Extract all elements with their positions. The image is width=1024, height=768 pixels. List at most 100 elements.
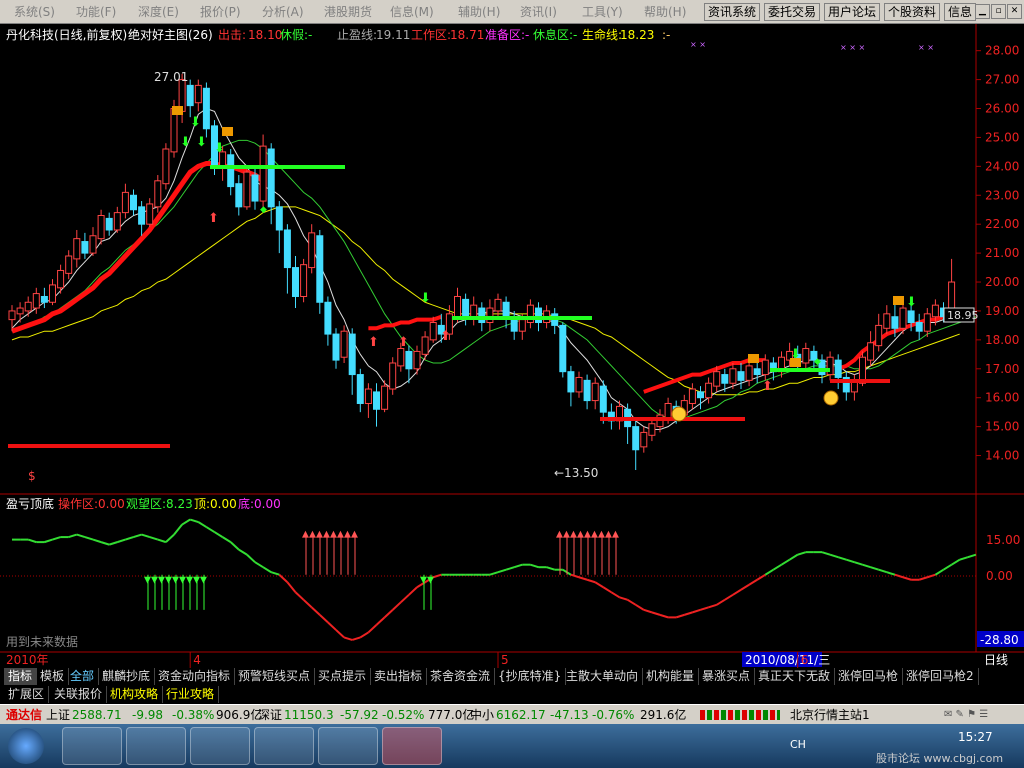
- down-arrow-icon: ▼: [144, 576, 151, 586]
- candle-body: [454, 295, 461, 318]
- app-icon[interactable]: [318, 727, 378, 765]
- sub-indicator-segment: [157, 538, 167, 544]
- op-value: 0.00: [98, 497, 125, 511]
- tab-invincible[interactable]: 真正天下无敌: [754, 668, 836, 685]
- y-tick-label: 17.00: [985, 362, 1019, 376]
- menu-hk-futures[interactable]: 港股期货: [324, 0, 372, 24]
- tab-warning[interactable]: 预警短线买点: [234, 668, 316, 685]
- trade-button[interactable]: 委托交易: [764, 3, 821, 21]
- menu-analysis[interactable]: 分析(A): [262, 0, 304, 24]
- x-axis: 2010年 2010/08/11/三 日线 456789: [6, 652, 1008, 668]
- candle-body: [478, 307, 486, 324]
- tab-surge[interactable]: 暴涨买点: [698, 668, 756, 685]
- tab-inst-strategy[interactable]: 机构攻略: [106, 686, 164, 703]
- tdx-app-icon[interactable]: [382, 727, 442, 765]
- close-icon[interactable]: ✕: [1007, 4, 1022, 19]
- start-button-icon[interactable]: [8, 728, 44, 764]
- buy-arrow-icon: ⬇: [906, 295, 917, 310]
- stock-app-icon[interactable]: [254, 727, 314, 765]
- tab-industry-strategy[interactable]: 行业攻略: [162, 686, 220, 703]
- tab-bottom[interactable]: {抄底特准}: [494, 668, 567, 685]
- minimize-icon[interactable]: ▁: [975, 4, 990, 19]
- menu-function[interactable]: 功能(F): [76, 0, 116, 24]
- explorer-app-icon[interactable]: [126, 727, 186, 765]
- sub-indicator-segment: [359, 631, 369, 639]
- sub-indicator-segment: [294, 591, 305, 601]
- menu-quote[interactable]: 报价(P): [200, 0, 241, 24]
- sub-indicator-segment: [870, 566, 879, 571]
- tab-template[interactable]: 模板: [36, 668, 70, 685]
- candle-body: [502, 301, 510, 318]
- chart-area[interactable]: 14.00 15.00 16.00 17.00 18.00 19.00 20.00 21.00…: [0, 24, 1024, 680]
- menu-assist[interactable]: 辅助(H): [458, 0, 500, 24]
- bottom-value: 0.00: [254, 497, 281, 511]
- candle-body: [81, 241, 89, 254]
- candle-body: [154, 180, 162, 208]
- tab-related[interactable]: 关联报价: [50, 686, 108, 703]
- tab-buy-tip[interactable]: 买点提示: [314, 668, 372, 685]
- sub-tick-label: 15.00: [986, 533, 1020, 547]
- tab-limit-up[interactable]: 涨停回马枪: [834, 668, 904, 685]
- sh-label: 上证: [46, 708, 71, 722]
- sub-indicator-segment: [902, 576, 912, 581]
- candle-body: [486, 307, 494, 324]
- candle-body: [413, 350, 421, 370]
- sub-title: 盈亏顶底: [6, 496, 54, 511]
- sub-indicator-segment: [375, 616, 386, 626]
- sub-indicator-segment: [311, 606, 321, 616]
- sub-indicator-segment: [570, 573, 580, 579]
- candle-body: [462, 298, 470, 318]
- sub-indicator-segment: [254, 561, 264, 569]
- tab-all[interactable]: 全部: [66, 668, 100, 685]
- tab-teahouse[interactable]: 茶舍资金流: [426, 668, 496, 685]
- news-system-button[interactable]: 资讯系统: [704, 3, 761, 21]
- tab-inst-energy[interactable]: 机构能量: [642, 668, 700, 685]
- candle-body: [713, 371, 721, 387]
- forum-button[interactable]: 用户论坛: [824, 3, 881, 21]
- maximize-icon[interactable]: ▫: [991, 4, 1006, 19]
- prep: 准备区:-: [485, 28, 529, 42]
- candle-body: [535, 307, 542, 324]
- candle-body: [300, 264, 308, 297]
- sub-indicator-segment: [408, 586, 418, 596]
- cross-markers: × × ×: [840, 43, 865, 52]
- menu-tools[interactable]: 工具(Y): [582, 0, 623, 24]
- candle-body: [664, 402, 672, 419]
- tab-fund-flow[interactable]: 资金动向指标: [154, 668, 236, 685]
- menu-system[interactable]: 系统(S): [14, 0, 55, 24]
- candle-body: [275, 206, 283, 231]
- rest2: 休息区:-: [533, 27, 577, 42]
- candle-body: [761, 359, 769, 376]
- sub-indicator-segment: [918, 576, 928, 581]
- tab-qilin[interactable]: 麒麟抄底: [98, 668, 156, 685]
- y-tick-label: 20.00: [985, 275, 1019, 289]
- tab-indicator[interactable]: 指标: [4, 668, 38, 685]
- sub-indicator-segment: [594, 581, 604, 589]
- up-arrow-icon: ▲: [351, 530, 358, 540]
- menu-help[interactable]: 帮助(H): [644, 0, 686, 24]
- menu-news[interactable]: 资讯(I): [520, 0, 557, 24]
- tab-sell[interactable]: 卖出指标: [370, 668, 428, 685]
- down-arrow-icon: ▼: [427, 576, 434, 586]
- tab-big-order[interactable]: 主散大单动向: [562, 668, 644, 685]
- menu-info[interactable]: 信息(M): [390, 0, 434, 24]
- candle-body: [421, 336, 429, 355]
- media-app-icon[interactable]: [190, 727, 250, 765]
- menu-depth[interactable]: 深度(E): [138, 0, 179, 24]
- sub-indicator-segment: [262, 566, 272, 574]
- candle-body: [235, 183, 243, 208]
- ime-indicator[interactable]: CH: [790, 738, 806, 751]
- tab-extension[interactable]: 扩展区: [4, 686, 50, 703]
- stop-label: 止盈线:: [337, 28, 377, 42]
- sub-indicator-segment: [724, 593, 734, 601]
- sub-indicator-segment: [286, 581, 297, 593]
- stock-profile-button[interactable]: 个股资料: [884, 3, 941, 21]
- tab-limit-up-2[interactable]: 涨停回马枪2: [902, 668, 979, 685]
- up-arrow-icon: ▲: [605, 530, 612, 540]
- info-button[interactable]: 信息: [944, 3, 977, 21]
- sub-indicator-segment: [246, 553, 256, 563]
- ie-app-icon[interactable]: [62, 727, 122, 765]
- sub-indicator-segment: [513, 563, 523, 569]
- y-tick-label: 25.00: [985, 130, 1019, 144]
- sh-value: 2588.71: [72, 708, 122, 722]
